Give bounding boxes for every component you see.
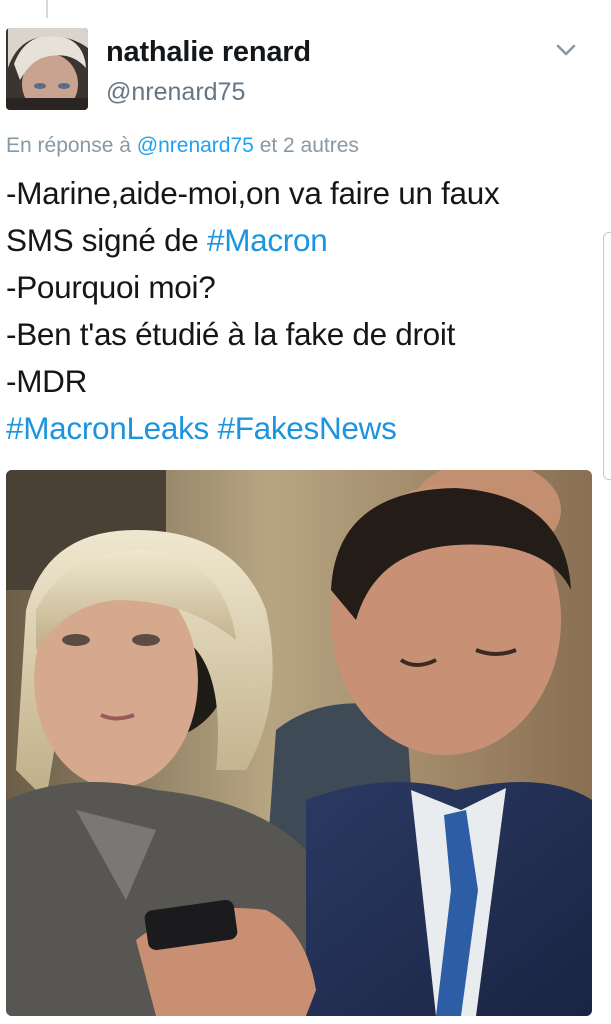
reply-context: En réponse à @nrenard75 et 2 autres [6, 134, 359, 158]
hashtag-fakesnews[interactable]: #FakesNews [217, 410, 396, 446]
author-name[interactable]: nathalie renard [106, 36, 311, 69]
hashtag-macronleaks[interactable]: #MacronLeaks [6, 410, 209, 446]
tweet-text: -Marine,aide-moi,on va faire un faux SMS… [6, 170, 606, 452]
reply-mention-link[interactable]: @nrenard75 [137, 134, 254, 157]
tweet-line-text: -MDR [6, 363, 88, 399]
tweet-line: -Marine,aide-moi,on va faire un faux [6, 170, 606, 217]
tweet-line-text: -Marine,aide-moi,on va faire un faux [6, 175, 500, 211]
tweet-line: SMS signé de #Macron [6, 217, 606, 264]
avatar[interactable] [6, 28, 88, 110]
tweet-line-text: -Ben t'as étudié à la fake de droit [6, 316, 456, 352]
thread-connector [46, 0, 48, 18]
reply-prefix: En réponse à [6, 134, 131, 157]
chevron-down-icon[interactable] [554, 42, 578, 58]
tweet-line-text: -Pourquoi moi? [6, 269, 216, 305]
attached-photo[interactable] [6, 470, 592, 1016]
hashtag-line: #MacronLeaks #FakesNews [6, 405, 606, 452]
tweet-line: -MDR [6, 358, 606, 405]
tweet-line-text: SMS signé de [6, 222, 207, 258]
reply-suffix-link[interactable]: et 2 autres [260, 134, 359, 157]
tweet-line: -Pourquoi moi? [6, 264, 606, 311]
hashtag-macron[interactable]: #Macron [207, 222, 328, 258]
tweet-line: -Ben t'as étudié à la fake de droit [6, 311, 606, 358]
avatar-image [6, 28, 88, 110]
photo-image [6, 470, 592, 1016]
scrollbar[interactable] [603, 232, 611, 480]
author-handle[interactable]: @nrenard75 [106, 78, 245, 107]
